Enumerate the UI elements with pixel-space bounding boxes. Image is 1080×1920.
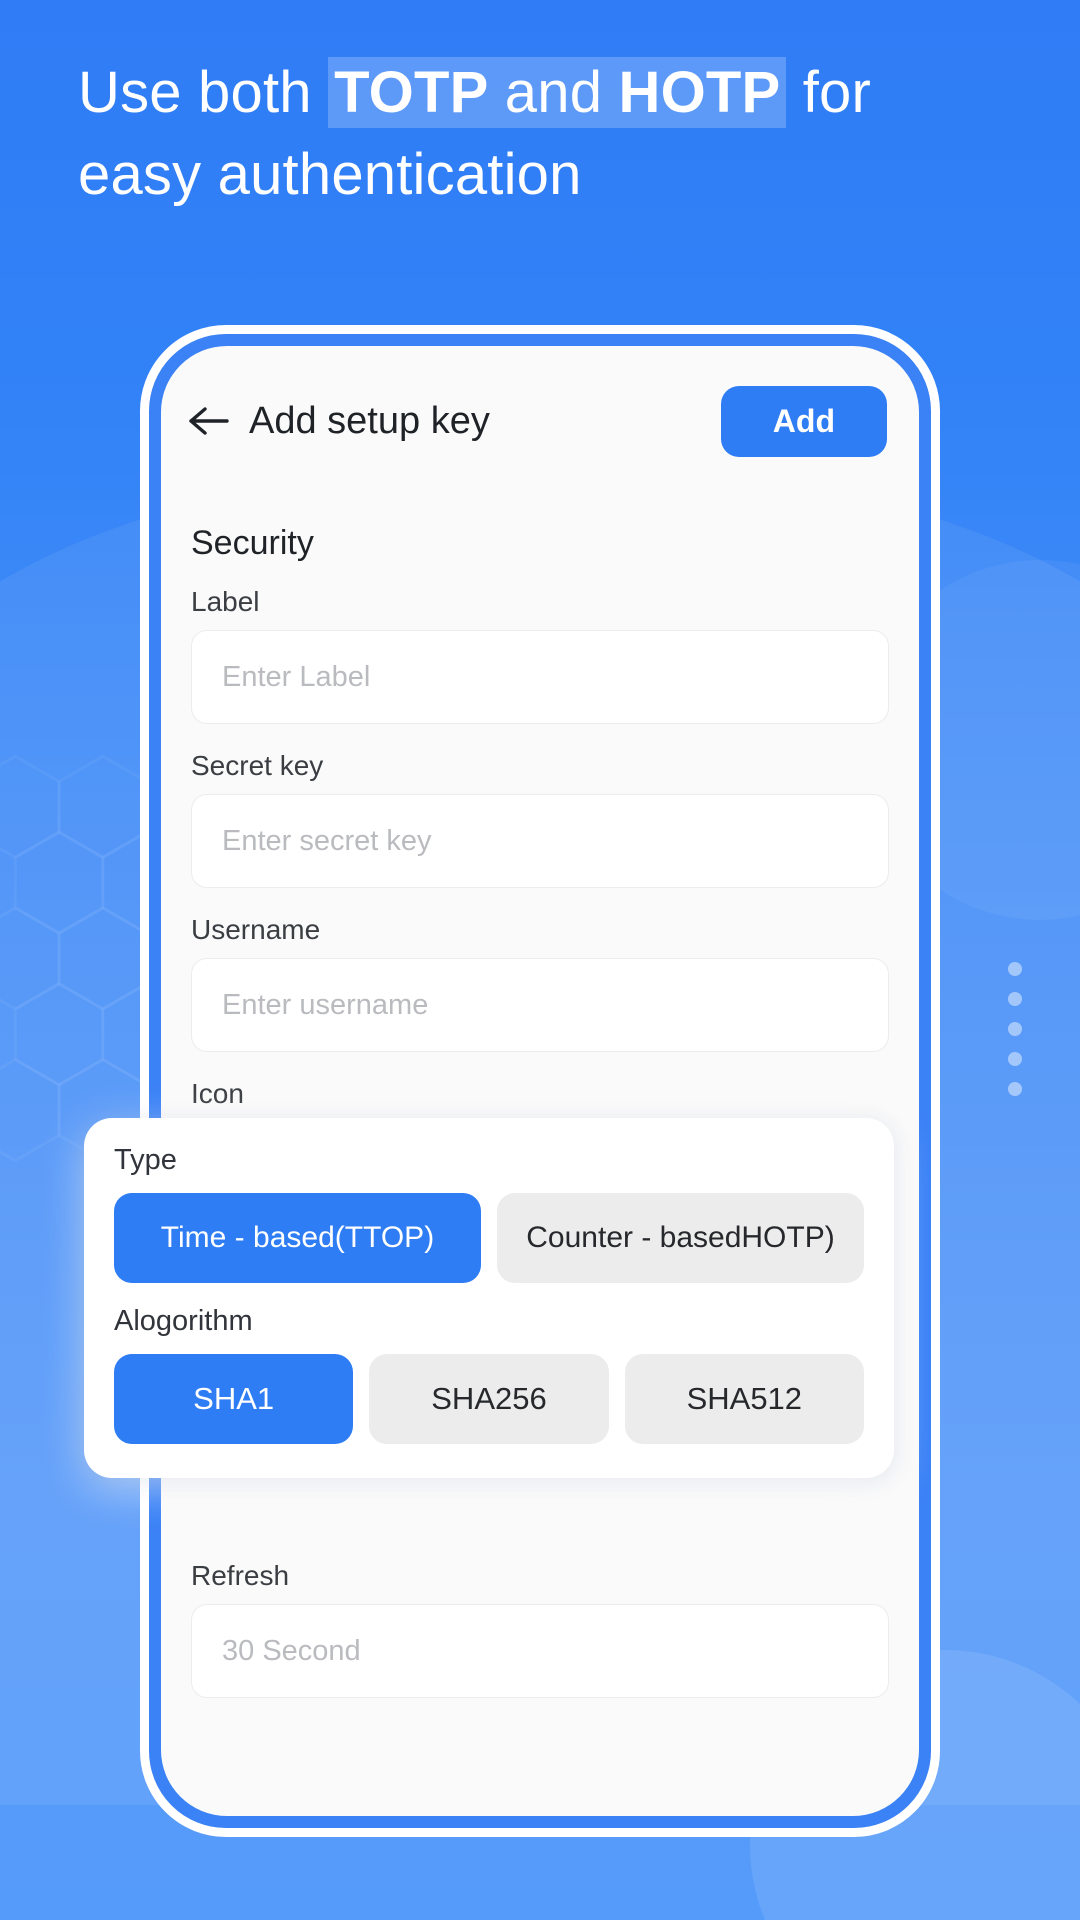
headline-highlight: TOTP and HOTP [328, 57, 787, 128]
field-label-text: Label [191, 586, 260, 617]
phone-screen: Add setup key Add Security Label Enter L… [161, 346, 919, 1816]
headline-hotp: HOTP [618, 60, 781, 125]
page-headline: Use both TOTP and HOTP for easy authenti… [78, 52, 1008, 217]
secret-key-input-placeholder: Enter secret key [222, 824, 432, 857]
headline-lead: Use both [78, 60, 329, 125]
field-label-text: Refresh [191, 1560, 290, 1591]
field-label-text: Username [191, 914, 321, 945]
refresh-input[interactable]: 30 Second [191, 1604, 889, 1698]
algorithm-option-sha512[interactable]: SHA512 [624, 1354, 864, 1444]
algorithm-label: Alogorithm [114, 1305, 253, 1337]
decor-dot [1008, 1022, 1022, 1036]
headline-tail: for [786, 60, 872, 125]
page-title: Add setup key [249, 399, 490, 442]
decor-dot [1008, 1082, 1022, 1096]
refresh-input-placeholder: 30 Second [222, 1634, 361, 1667]
algorithm-option-sha256[interactable]: SHA256 [369, 1354, 609, 1444]
decor-dot [1008, 992, 1022, 1006]
headline-line2: easy authentication [78, 142, 582, 208]
username-input[interactable]: Enter username [191, 958, 889, 1052]
algorithm-option-group: SHA1 SHA256 SHA512 [114, 1354, 864, 1444]
field-label-text: Secret key [191, 750, 324, 781]
field-refresh: Refresh 30 Second [191, 1560, 889, 1698]
decor-dot [1008, 962, 1022, 976]
type-option-group: Time - based(TTOP) Counter - basedHOTP) [114, 1193, 864, 1283]
field-label: Label Enter Label [191, 586, 889, 724]
headline-totp: TOTP [334, 60, 489, 125]
decor-dots [1008, 962, 1022, 1096]
field-username: Username Enter username [191, 914, 889, 1052]
type-option-totp[interactable]: Time - based(TTOP) [114, 1193, 481, 1283]
add-button[interactable]: Add [720, 385, 887, 457]
type-label: Type [114, 1144, 177, 1176]
type-algorithm-overlay-card: Type Time - based(TTOP) Counter - basedH… [84, 1118, 894, 1478]
username-input-placeholder: Enter username [222, 988, 429, 1021]
secret-key-input[interactable]: Enter secret key [191, 794, 889, 888]
type-option-hotp[interactable]: Counter - basedHOTP) [497, 1193, 864, 1283]
section-title: Security [191, 524, 314, 562]
phone-mockup-frame: Add setup key Add Security Label Enter L… [140, 325, 940, 1837]
algorithm-option-sha1[interactable]: SHA1 [114, 1354, 354, 1444]
arrow-left-icon [189, 407, 229, 435]
label-input[interactable]: Enter Label [191, 630, 889, 724]
headline-and: and [488, 60, 619, 125]
field-label-text: Icon [191, 1078, 244, 1109]
app-header: Add setup key Add [161, 346, 919, 496]
decor-dot [1008, 1052, 1022, 1066]
field-secret-key: Secret key Enter secret key [191, 750, 889, 888]
back-button[interactable] [181, 393, 237, 449]
label-input-placeholder: Enter Label [222, 660, 371, 693]
